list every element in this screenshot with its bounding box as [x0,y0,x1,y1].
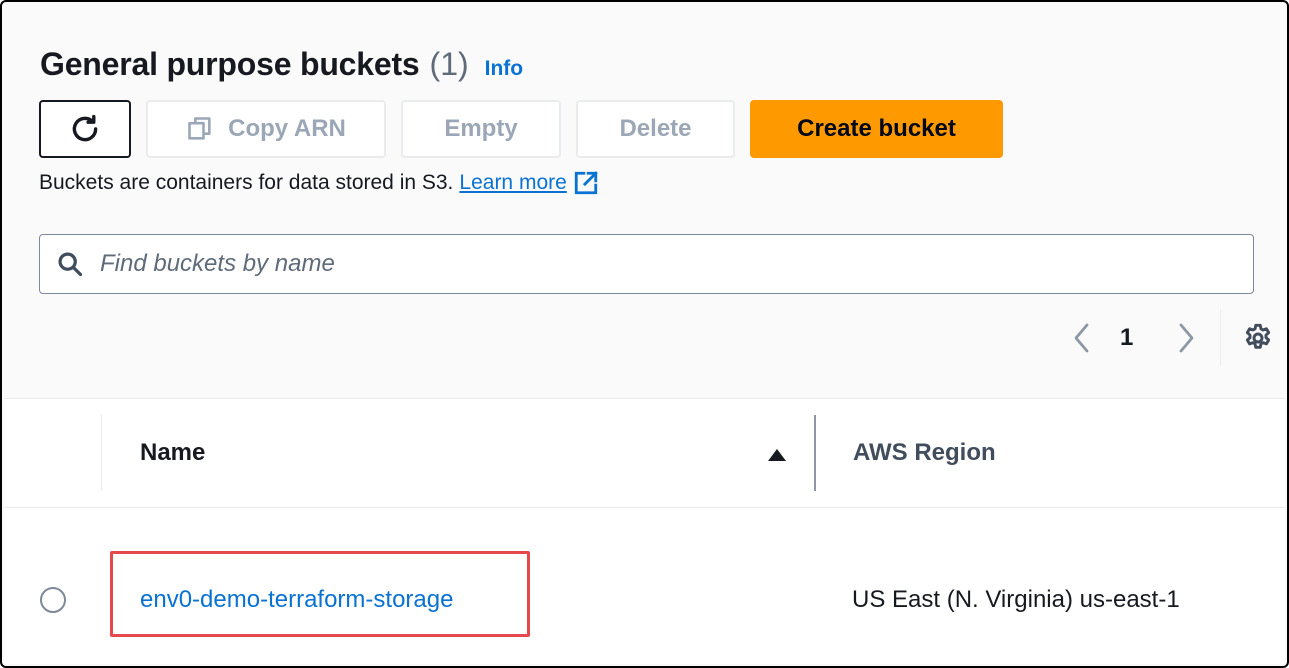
column-header-name[interactable]: Name [140,439,205,467]
table-header: Name AWS Region [4,398,1285,508]
row-select-radio[interactable] [40,587,66,613]
learn-more-link[interactable]: Learn more [459,171,566,195]
create-bucket-label: Create bucket [797,115,956,142]
table-settings-button[interactable] [1242,322,1274,354]
page-title: General purpose buckets [40,46,420,82]
copy-icon [186,115,214,143]
chevron-left-icon [1072,322,1092,354]
copy-arn-label: Copy ARN [228,115,346,142]
refresh-button[interactable] [39,100,131,158]
empty-button[interactable]: Empty [401,100,561,158]
table-body: env0-demo-terraform-storage US East (N. … [4,508,1285,664]
page-header: General purpose buckets (1) Info [40,46,523,83]
column-resize-handle[interactable] [814,415,816,491]
refresh-icon [68,112,102,146]
external-link-icon[interactable] [573,170,599,196]
page-number[interactable]: 1 [1120,324,1133,352]
next-page-button[interactable] [1172,320,1200,356]
chevron-right-icon [1176,322,1196,354]
column-header-region[interactable]: AWS Region [853,439,996,467]
copy-arn-button[interactable]: Copy ARN [146,100,386,158]
previous-page-button[interactable] [1068,320,1096,356]
delete-label: Delete [619,115,692,142]
info-link[interactable]: Info [485,57,523,81]
description-text: Buckets are containers for data stored i… [39,171,454,194]
search-icon [56,250,84,278]
delete-button[interactable]: Delete [576,100,735,158]
bucket-region: US East (N. Virginia) us-east-1 [852,586,1180,613]
pagination-divider [1220,310,1221,366]
search-input[interactable] [100,250,1200,278]
description: Buckets are containers for data stored i… [39,170,599,196]
column-divider [101,415,102,491]
app-frame: General purpose buckets (1) Info Copy AR… [0,0,1289,668]
bucket-name-link[interactable]: env0-demo-terraform-storage [140,586,453,614]
search-field[interactable] [39,234,1254,294]
empty-label: Empty [444,115,518,142]
bucket-count: (1) [429,46,469,82]
settings-gear-icon [1242,322,1274,354]
sort-ascending-icon[interactable] [766,447,788,463]
create-bucket-button[interactable]: Create bucket [750,100,1003,158]
